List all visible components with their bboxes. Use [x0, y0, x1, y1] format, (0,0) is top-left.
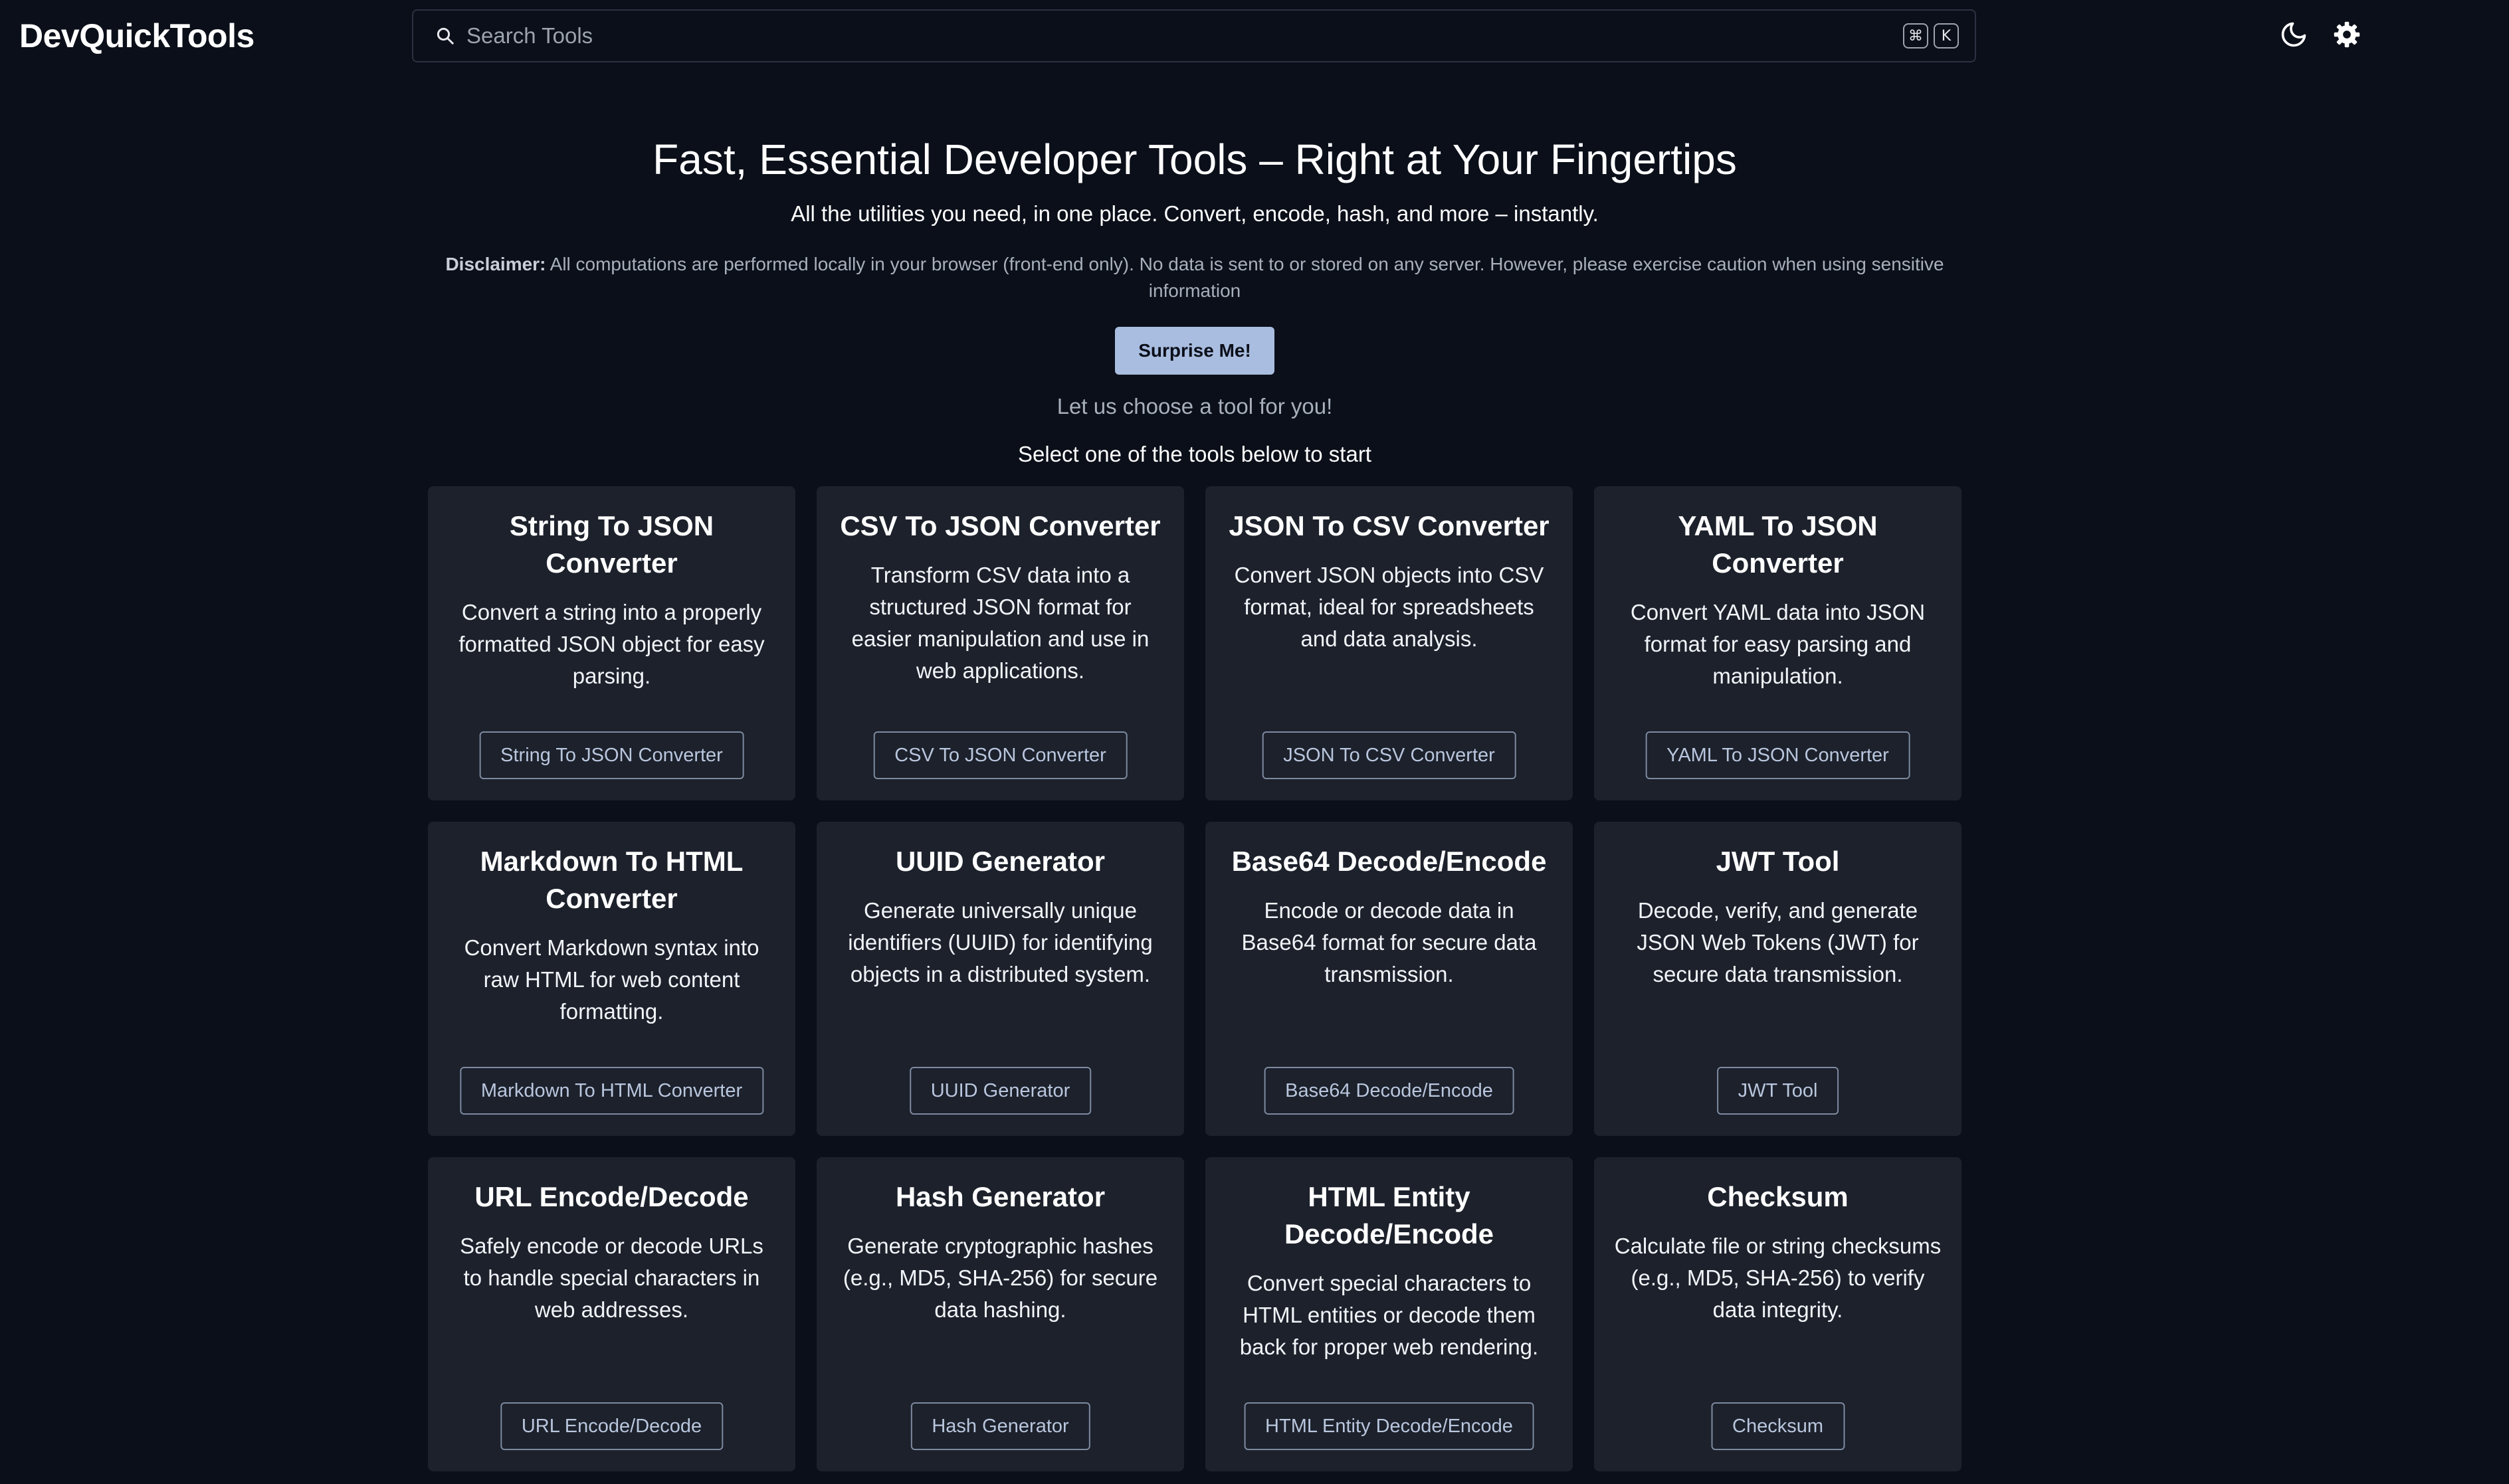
tools-grid: String To JSON Converter Convert a strin…	[428, 486, 1961, 1471]
tool-card-jwt-tool: JWT Tool Decode, verify, and generate JS…	[1594, 822, 1961, 1136]
tool-card-button[interactable]: Hash Generator	[910, 1402, 1090, 1450]
tool-card-button[interactable]: String To JSON Converter	[479, 731, 744, 779]
page-title: Fast, Essential Developer Tools – Right …	[652, 136, 1737, 183]
tool-card-base64: Base64 Decode/Encode Encode or decode da…	[1205, 822, 1573, 1136]
tool-card-csv-to-json: CSV To JSON Converter Transform CSV data…	[817, 486, 1184, 800]
tool-card-title: YAML To JSON Converter	[1678, 510, 1878, 579]
tool-card-title: JSON To CSV Converter	[1229, 510, 1550, 541]
disclaimer-text: All computations are performed locally i…	[546, 254, 1944, 301]
tool-card-button[interactable]: JWT Tool	[1716, 1067, 1839, 1115]
tool-card-url-encode: URL Encode/Decode Safely encode or decod…	[428, 1157, 795, 1471]
search-icon	[431, 21, 460, 50]
tool-card-description: Generate cryptographic hashes (e.g., MD5…	[843, 1234, 1158, 1322]
tool-card-title: UUID Generator	[895, 846, 1106, 877]
tool-card-title: URL Encode/Decode	[474, 1181, 749, 1212]
disclaimer-label: Disclaimer:	[445, 254, 546, 274]
k-key: K	[1934, 23, 1959, 48]
tool-card-button[interactable]: Base64 Decode/Encode	[1264, 1067, 1514, 1115]
search-input[interactable]	[466, 13, 1903, 59]
command-key: ⌘	[1903, 23, 1928, 48]
tool-card-title: CSV To JSON Converter	[840, 510, 1161, 541]
tool-card-string-to-json: String To JSON Converter Convert a strin…	[428, 486, 795, 800]
tool-card-title: HTML Entity Decode/Encode	[1284, 1181, 1494, 1250]
tool-card-description: Convert special characters to HTML entit…	[1239, 1271, 1539, 1359]
surprise-note: Let us choose a tool for you!	[1056, 394, 1333, 418]
surprise-me-button[interactable]: Surprise Me!	[1115, 327, 1274, 375]
tool-card-title: String To JSON Converter	[509, 510, 714, 579]
tool-card-description: Convert a string into a properly formatt…	[458, 600, 765, 688]
tool-card-description: Decode, verify, and generate JSON Web To…	[1637, 898, 1919, 986]
tool-card-description: Encode or decode data in Base64 format f…	[1241, 898, 1537, 986]
tool-card-title: Checksum	[1707, 1181, 1849, 1212]
tool-card-title: JWT Tool	[1716, 846, 1840, 877]
tool-card-markdown-to-html: Markdown To HTML Converter Convert Markd…	[428, 822, 795, 1136]
tool-card-description: Safely encode or decode URLs to handle s…	[460, 1234, 763, 1322]
tool-card-button[interactable]: URL Encode/Decode	[500, 1402, 724, 1450]
tool-card-button[interactable]: CSV To JSON Converter	[873, 731, 1128, 779]
page-subtitle: All the utilities you need, in one place…	[791, 201, 1599, 226]
select-tool-note: Select one of the tools below to start	[1018, 442, 1371, 466]
tool-card-button[interactable]: JSON To CSV Converter	[1262, 731, 1516, 779]
tool-card-checksum: Checksum Calculate file or string checks…	[1594, 1157, 1961, 1471]
app-root: DevQuickTools ⌘ K	[0, 0, 2509, 1484]
tool-card-title: Base64 Decode/Encode	[1231, 846, 1547, 877]
tool-card-button[interactable]: Markdown To HTML Converter	[459, 1067, 764, 1115]
search-bar[interactable]: ⌘ K	[412, 9, 1976, 62]
tool-card-json-to-csv: JSON To CSV Converter Convert JSON objec…	[1205, 486, 1573, 800]
tool-card-description: Convert YAML data into JSON format for e…	[1630, 600, 1926, 688]
tool-card-button[interactable]: UUID Generator	[909, 1067, 1092, 1115]
tool-card-html-entity: HTML Entity Decode/Encode Convert specia…	[1205, 1157, 1573, 1471]
tool-card-yaml-to-json: YAML To JSON Converter Convert YAML data…	[1594, 486, 1961, 800]
theme-toggle-button[interactable]	[2275, 17, 2312, 54]
tool-card-description: Generate universally unique identifiers …	[848, 898, 1153, 986]
tool-card-description: Convert Markdown syntax into raw HTML fo…	[464, 935, 759, 1024]
tool-card-button[interactable]: HTML Entity Decode/Encode	[1244, 1402, 1534, 1450]
shortcut-hint: ⌘ K	[1903, 23, 1959, 48]
tool-card-button[interactable]: Checksum	[1711, 1402, 1845, 1450]
settings-button[interactable]	[2328, 17, 2365, 54]
tool-card-title: Markdown To HTML Converter	[480, 846, 744, 914]
tool-card-uuid-generator: UUID Generator Generate universally uniq…	[817, 822, 1184, 1136]
tool-card-description: Transform CSV data into a structured JSO…	[851, 563, 1150, 683]
tool-card-title: Hash Generator	[895, 1181, 1106, 1212]
disclaimer: Disclaimer: All computations are perform…	[425, 251, 1964, 304]
tool-card-description: Convert JSON objects into CSV format, id…	[1234, 563, 1544, 651]
brand-logo[interactable]: DevQuickTools	[19, 16, 254, 56]
tool-card-button[interactable]: YAML To JSON Converter	[1645, 731, 1910, 779]
moon-icon	[2279, 20, 2308, 52]
gear-icon	[2332, 20, 2361, 52]
tool-card-hash-generator: Hash Generator Generate cryptographic ha…	[817, 1157, 1184, 1471]
tool-card-description: Calculate file or string checksums (e.g.…	[1614, 1234, 1942, 1322]
